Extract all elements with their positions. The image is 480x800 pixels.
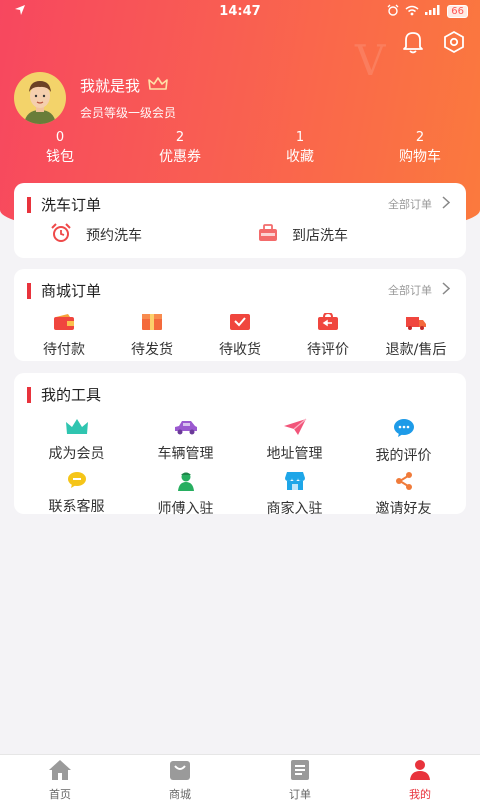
- refund-aftersale-button[interactable]: 退款/售后: [372, 313, 460, 359]
- pending-receipt-button[interactable]: 待收货: [196, 313, 284, 359]
- paper-plane-icon: [283, 418, 307, 440]
- battery-indicator: 66: [447, 5, 468, 18]
- chevron-right-icon: [442, 196, 451, 212]
- tab-home[interactable]: 首页: [0, 755, 120, 800]
- stat-value: 2: [415, 130, 425, 145]
- pending-payment-button[interactable]: 待付款: [20, 313, 108, 359]
- tool-label: 车辆管理: [157, 446, 214, 462]
- my-tools-card: 我的工具 成为会员 车辆管理 地址管理 我的评价 联系客服 师傅入驻 商家入驻 …: [14, 373, 466, 517]
- tab-orders[interactable]: 订单: [240, 755, 360, 800]
- tab-label: 首页: [49, 788, 71, 800]
- become-member-button[interactable]: 成为会员: [22, 418, 131, 465]
- worker-icon: [176, 472, 196, 495]
- review-bag-icon: [317, 311, 339, 335]
- stat-cart[interactable]: 2 购物车: [360, 130, 480, 166]
- tool-label: 联系客服: [48, 499, 105, 515]
- tab-label: 订单: [289, 788, 311, 800]
- order-icon: [288, 760, 312, 785]
- section-title: 洗车订单: [41, 196, 102, 214]
- settings-icon[interactable]: [442, 30, 466, 58]
- home-icon: [48, 760, 72, 785]
- order-status-label: 退款/售后: [385, 342, 447, 358]
- shop-icon: [284, 472, 306, 495]
- account-stats: 0 钱包 2 优惠券 1 收藏 2 购物车: [0, 130, 480, 166]
- order-status-label: 待付款: [43, 342, 85, 358]
- all-orders-label: 全部订单: [388, 284, 432, 297]
- stat-label: 优惠券: [159, 149, 201, 165]
- tab-label: 商城: [169, 788, 191, 800]
- share-icon: [394, 472, 414, 495]
- stat-value: 1: [295, 130, 305, 145]
- tab-label: 我的: [409, 788, 431, 800]
- alarm-status-icon: [387, 4, 399, 19]
- toolbox-icon: [258, 224, 278, 246]
- stat-favorites[interactable]: 1 收藏: [240, 130, 360, 166]
- stat-wallet[interactable]: 0 钱包: [0, 130, 120, 166]
- invite-friends-button[interactable]: 邀请好友: [349, 471, 458, 518]
- chevron-right-icon: [442, 282, 451, 298]
- tool-label: 邀请好友: [375, 501, 432, 517]
- order-status-label: 待评价: [307, 342, 349, 358]
- merchant-join-button[interactable]: 商家入驻: [240, 471, 349, 518]
- stat-value: 0: [55, 130, 65, 145]
- tab-mall[interactable]: 商城: [120, 755, 240, 800]
- crown-icon: [148, 76, 168, 95]
- bottom-tab-bar: 首页 商城 订单 我的: [0, 754, 480, 800]
- section-marker: [27, 387, 31, 403]
- section-title: 商城订单: [41, 282, 102, 300]
- my-reviews-button[interactable]: 我的评价: [349, 418, 458, 465]
- user-profile[interactable]: 我就是我 会员等级一级会员: [14, 72, 176, 124]
- technician-join-button[interactable]: 师傅入驻: [131, 471, 240, 518]
- mall-icon: [168, 761, 192, 785]
- contact-support-button[interactable]: 联系客服: [22, 471, 131, 518]
- crown-icon: [65, 419, 89, 440]
- car-wash-orders-card: 洗车订单 全部订单 预约洗车 到店洗车: [14, 183, 466, 258]
- mall-orders-card: 商城订单 全部订单 待付款 待发货 待收货 待评价 退款/售后: [14, 269, 466, 361]
- tool-label: 地址管理: [266, 446, 323, 462]
- notification-bell-icon[interactable]: [402, 30, 424, 58]
- stat-label: 购物车: [399, 149, 441, 165]
- receive-box-icon: [229, 314, 251, 335]
- tool-label: 我的评价: [375, 448, 432, 464]
- tool-label: 师傅入驻: [157, 501, 214, 517]
- all-wash-orders-link[interactable]: 全部订单: [388, 196, 451, 212]
- section-marker: [27, 283, 31, 299]
- stat-label: 收藏: [286, 149, 314, 165]
- tab-mine[interactable]: 我的: [360, 755, 480, 800]
- all-orders-label: 全部订单: [388, 198, 432, 211]
- status-bar: 14:47 66: [0, 0, 480, 24]
- pending-review-button[interactable]: 待评价: [284, 311, 372, 359]
- box-icon: [141, 314, 163, 335]
- stat-coupons[interactable]: 2 优惠券: [120, 130, 240, 166]
- avatar[interactable]: [14, 72, 66, 124]
- vehicle-management-button[interactable]: 车辆管理: [131, 418, 240, 465]
- watermark-logo: V: [355, 36, 386, 85]
- message-icon: [67, 472, 87, 493]
- member-level: 会员等级一级会员: [80, 106, 177, 120]
- all-mall-orders-link[interactable]: 全部订单: [388, 282, 451, 298]
- address-management-button[interactable]: 地址管理: [240, 418, 349, 465]
- truck-icon: [405, 316, 427, 335]
- wifi-icon: [405, 5, 419, 19]
- user-icon: [408, 760, 432, 785]
- wash-item-label: 预约洗车: [86, 228, 142, 244]
- tool-label: 商家入驻: [266, 501, 323, 517]
- wallet-icon: [53, 314, 75, 335]
- section-marker: [27, 197, 31, 213]
- order-status-label: 待收货: [219, 342, 261, 358]
- stat-label: 钱包: [46, 149, 74, 165]
- car-icon: [173, 421, 199, 440]
- tool-label: 成为会员: [48, 446, 105, 462]
- wash-item-label: 到店洗车: [292, 228, 348, 244]
- stat-value: 2: [175, 130, 185, 145]
- chat-bubble-icon: [393, 419, 415, 442]
- user-name: 我就是我: [80, 77, 141, 95]
- signal-icon: [425, 5, 441, 18]
- section-title: 我的工具: [41, 386, 102, 404]
- order-status-label: 待发货: [131, 342, 173, 358]
- pending-shipment-button[interactable]: 待发货: [108, 313, 196, 359]
